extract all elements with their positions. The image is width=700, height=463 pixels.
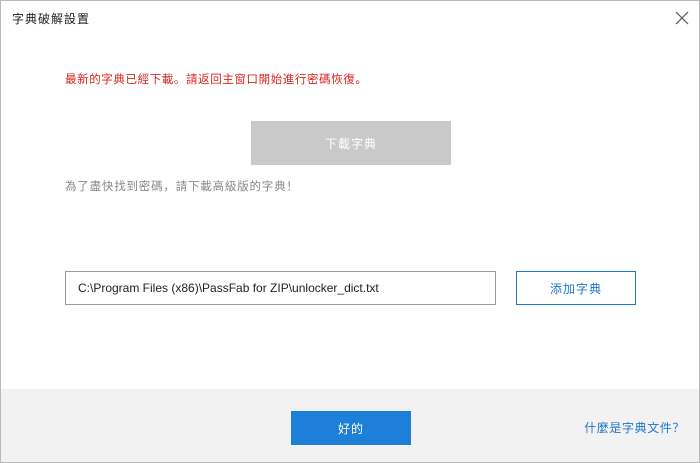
dialog-content: 最新的字典已經下載。請返回主窗口開始進行密碼恢復。 下載字典 為了盡快找到密碼，… (1, 35, 699, 389)
dictionary-settings-dialog: 字典破解設置 最新的字典已經下載。請返回主窗口開始進行密碼恢復。 下載字典 為了… (0, 0, 700, 463)
download-dictionary-button[interactable]: 下載字典 (251, 121, 451, 165)
ok-button[interactable]: 好的 (291, 411, 411, 445)
status-message: 最新的字典已經下載。請返回主窗口開始進行密碼恢復。 (65, 72, 368, 86)
title-bar: 字典破解設置 (1, 1, 699, 35)
close-icon (675, 11, 689, 25)
dialog-title: 字典破解設置 (12, 12, 91, 26)
dialog-footer: 好的 什麼是字典文件？ (1, 389, 699, 462)
close-button[interactable] (671, 7, 693, 29)
hint-message: 為了盡快找到密碼，請下載高級版的字典！ (65, 179, 299, 193)
dictionary-path-input[interactable] (65, 271, 496, 305)
what-is-dictionary-file-link[interactable]: 什麼是字典文件？ (584, 419, 685, 436)
add-dictionary-button[interactable]: 添加字典 (516, 271, 636, 305)
